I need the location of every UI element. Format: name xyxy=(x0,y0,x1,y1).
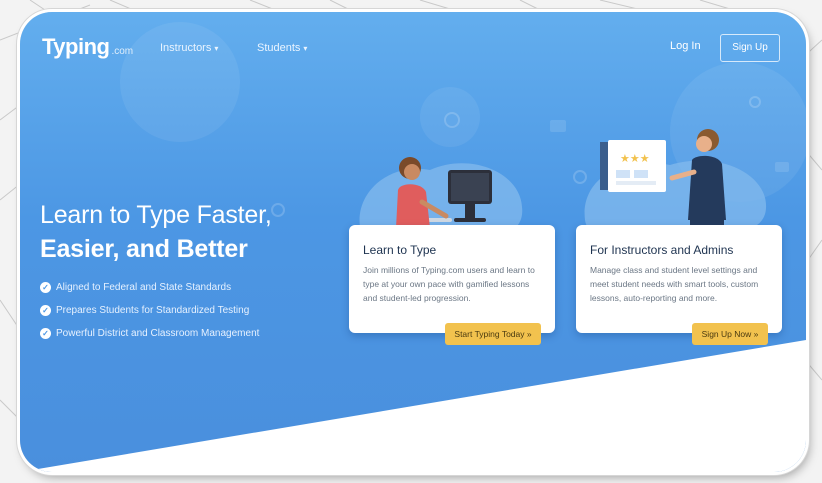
feature-text: Prepares Students for Standardized Testi… xyxy=(56,305,250,316)
login-link[interactable]: Log In xyxy=(670,40,701,52)
card-description: Join millions of Typing.com users and le… xyxy=(363,265,535,303)
card-title: Learn to Type xyxy=(363,243,437,257)
browser-screenshot-frame: Typing .com Instructors ▾ Students ▾ Log In… xyxy=(20,12,806,472)
feature-item: ✓ Powerful District and Classroom Managem… xyxy=(40,322,259,345)
chevron-down-icon: ▾ xyxy=(303,44,308,53)
feature-list: ✓ Aligned to Federal and State Standards … xyxy=(40,276,259,345)
instructor-illustration: ★★★ xyxy=(584,129,767,234)
check-circle-icon: ✓ xyxy=(40,282,51,293)
hero-title-line-1: Learn to Type Faster, xyxy=(40,201,272,229)
feature-text: Powerful District and Classroom Manageme… xyxy=(56,328,260,339)
nav-students-menu[interactable]: Students ▾ xyxy=(257,42,307,54)
card-description: Manage class and student level settings … xyxy=(590,265,759,303)
card-title: For Instructors and Admins xyxy=(590,243,734,257)
instructors-admins-card: For Instructors and Admins Manage class … xyxy=(576,225,782,345)
sign-up-now-button[interactable]: Sign Up Now » xyxy=(692,323,768,345)
logo-suffix: .com xyxy=(111,46,134,57)
nav-instructors-menu[interactable]: Instructors ▾ xyxy=(160,42,218,54)
nav-instructors-label: Instructors xyxy=(160,42,212,54)
signup-button[interactable]: Sign Up xyxy=(720,34,780,62)
feature-item: ✓ Prepares Students for Standardized Test… xyxy=(40,299,259,322)
hero-title: Learn to Type Faster, Easier, and Better xyxy=(40,198,340,266)
logo-text: Typing xyxy=(42,34,110,59)
check-circle-icon: ✓ xyxy=(40,305,51,316)
check-circle-icon: ✓ xyxy=(40,328,51,339)
top-navigation: Typing .com Instructors ▾ Students ▾ Log In… xyxy=(20,12,806,72)
feature-item: ✓ Aligned to Federal and State Standards xyxy=(40,276,259,299)
feature-text: Aligned to Federal and State Standards xyxy=(56,282,232,293)
nav-students-label: Students xyxy=(257,42,301,54)
hero-title-line-2: Easier, and Better xyxy=(40,235,248,263)
svg-text:★★★: ★★★ xyxy=(620,152,650,165)
typing-logo[interactable]: Typing .com xyxy=(42,34,133,60)
start-typing-button[interactable]: Start Typing Today » xyxy=(445,323,541,345)
chevron-down-icon: ▾ xyxy=(214,44,219,53)
learn-to-type-card: Learn to Type Join millions of Typing.co… xyxy=(349,225,555,345)
